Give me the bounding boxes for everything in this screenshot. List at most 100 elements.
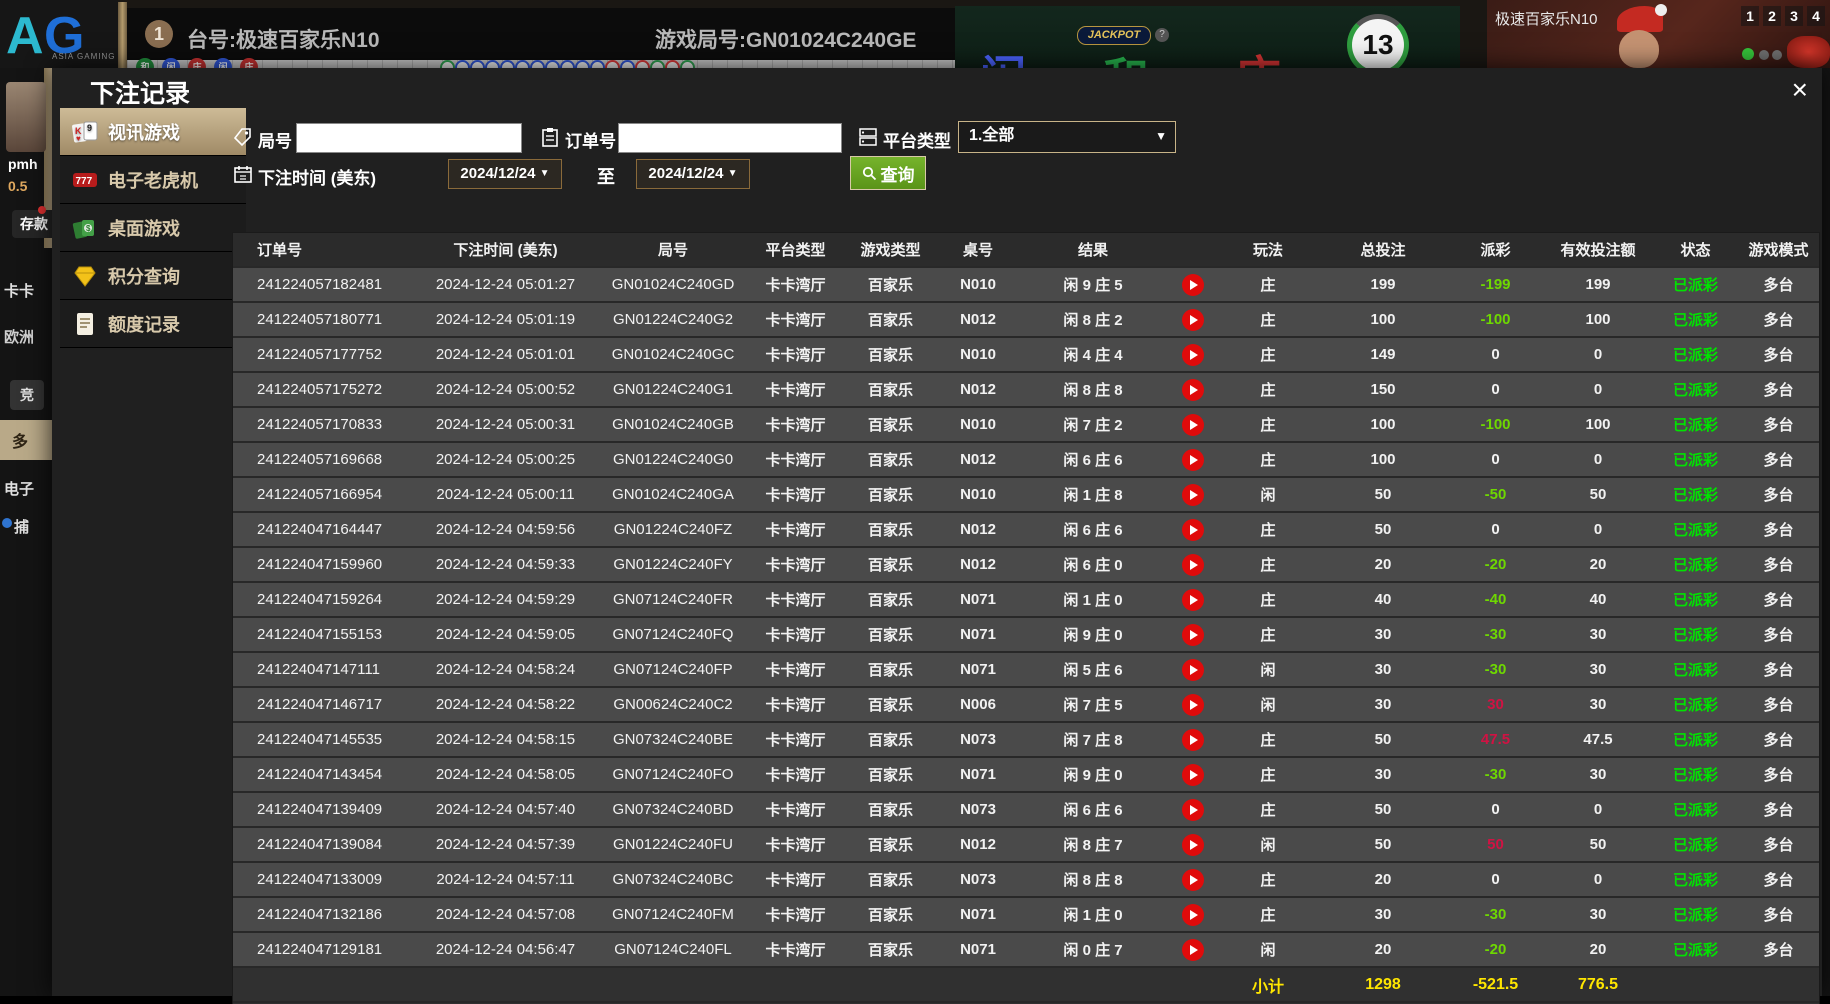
cell-table-no: N010 — [938, 268, 1018, 301]
date-from-picker[interactable]: 2024/12/24 ▼ — [448, 159, 562, 189]
cell-payout: 0 — [1448, 793, 1543, 826]
replay-icon[interactable] — [1182, 834, 1204, 856]
search-button[interactable]: 查询 — [850, 156, 926, 190]
sidebar-fragment[interactable]: 卡卡 — [4, 280, 34, 301]
cell-payout: 30 — [1448, 688, 1543, 721]
cell-bet-time: 2024-12-24 05:01:19 — [413, 303, 598, 336]
cell-status: 已派彩 — [1653, 828, 1738, 861]
cell-round-no: GN07124C240FQ — [598, 618, 748, 651]
replay-icon[interactable] — [1182, 729, 1204, 751]
order-filter-input[interactable] — [618, 123, 842, 153]
cell-platform: 卡卡湾厅 — [748, 758, 843, 791]
replay-icon[interactable] — [1182, 274, 1204, 296]
replay-icon[interactable] — [1182, 869, 1204, 891]
sidebar-fragment[interactable]: 竞 — [10, 380, 44, 410]
menu-item-3[interactable]: 积分查询 — [60, 252, 246, 300]
menu-item-0[interactable]: K♥9视讯游戏 — [60, 108, 246, 156]
cell-status: 已派彩 — [1653, 548, 1738, 581]
header-round: 局号 — [598, 233, 748, 266]
player-bet-spot[interactable]: 闲 — [980, 42, 1026, 68]
cell-status: 已派彩 — [1653, 373, 1738, 406]
round-filter-input[interactable] — [296, 123, 522, 153]
cell-game-type: 百家乐 — [843, 478, 938, 511]
replay-icon[interactable] — [1182, 939, 1204, 961]
jackpot-help-icon[interactable]: ? — [1155, 28, 1169, 42]
table-name-label: 台号:极速百家乐N10 — [187, 24, 380, 54]
table-row: 2412240471321862024-12-24 04:57:08GN0712… — [233, 898, 1819, 933]
camera-number[interactable]: 1 — [1741, 6, 1759, 26]
replay-icon[interactable] — [1182, 484, 1204, 506]
cell-platform: 卡卡湾厅 — [748, 723, 843, 756]
cell-play-type: 闲 — [1218, 933, 1318, 966]
cell-empty — [598, 968, 748, 1001]
bet-time-filter-label: 下注时间 (美东) — [258, 164, 376, 189]
replay-icon[interactable] — [1182, 554, 1204, 576]
cell-order-no: 241224047159264 — [233, 583, 413, 616]
cell-game-mode: 多台 — [1738, 898, 1819, 931]
cell-game-type: 百家乐 — [843, 583, 938, 616]
replay-icon[interactable] — [1182, 764, 1204, 786]
replay-icon[interactable] — [1182, 379, 1204, 401]
header-mode: 游戏模式 — [1738, 233, 1819, 266]
table-row: 2412240571807712024-12-24 05:01:19GN0122… — [233, 303, 1819, 338]
cell-game-mode: 多台 — [1738, 828, 1819, 861]
deposit-button[interactable]: 存款 — [12, 210, 52, 238]
cell-empty — [233, 968, 413, 1001]
cell-game-type: 百家乐 — [843, 828, 938, 861]
sidebar-fragment-selected[interactable]: 多 — [0, 420, 52, 460]
close-icon[interactable]: × — [1792, 76, 1808, 104]
cell-status: 已派彩 — [1653, 723, 1738, 756]
replay-icon[interactable] — [1182, 694, 1204, 716]
replay-icon[interactable] — [1182, 624, 1204, 646]
replay-icon[interactable] — [1182, 904, 1204, 926]
replay-icon[interactable] — [1182, 659, 1204, 681]
sidebar-fragment[interactable]: 捕 — [14, 516, 29, 537]
camera-number[interactable]: 2 — [1763, 6, 1781, 26]
replay-icon[interactable] — [1182, 799, 1204, 821]
replay-icon[interactable] — [1182, 589, 1204, 611]
cell-game-mode: 多台 — [1738, 478, 1819, 511]
cell-result: 闲 1 庄 0 — [1018, 898, 1168, 931]
table-row: 2412240571824812024-12-24 05:01:27GN0102… — [233, 268, 1819, 303]
platform-select[interactable]: 1.全部 ▼ — [958, 121, 1176, 153]
cell-total-bet: 30 — [1318, 653, 1448, 686]
replay-icon[interactable] — [1182, 519, 1204, 541]
sidebar-fragment[interactable]: 欧洲 — [4, 326, 34, 347]
cell-platform: 卡卡湾厅 — [748, 618, 843, 651]
svg-text:777: 777 — [76, 176, 93, 187]
chevron-down-icon: ▼ — [540, 168, 550, 179]
logo-letter-a: A — [6, 6, 44, 66]
cell-bet-time: 2024-12-24 04:59:29 — [413, 583, 598, 616]
cell-total-bet: 20 — [1318, 548, 1448, 581]
replay-icon[interactable] — [1182, 344, 1204, 366]
menu-item-2[interactable]: $桌面游戏 — [60, 204, 246, 252]
sidebar-fragment[interactable]: 电子 — [4, 478, 34, 499]
tie-bet-spot[interactable]: 和 — [1103, 44, 1149, 68]
notification-dot — [38, 206, 46, 214]
cell-valid-bet: 0 — [1543, 793, 1653, 826]
cell-replay — [1168, 373, 1218, 406]
cell-payout: -30 — [1448, 653, 1543, 686]
menu-item-label: 积分查询 — [108, 263, 180, 289]
cell-play-type: 庄 — [1218, 443, 1318, 476]
cell-replay — [1168, 548, 1218, 581]
camera-number[interactable]: 3 — [1785, 6, 1803, 26]
replay-icon[interactable] — [1182, 449, 1204, 471]
order-filter-label: 订单号 — [565, 127, 616, 152]
cell-replay — [1168, 303, 1218, 336]
camera-number[interactable]: 4 — [1807, 6, 1825, 26]
menu-item-1[interactable]: 777电子老虎机 — [60, 156, 246, 204]
replay-icon[interactable] — [1182, 414, 1204, 436]
cell-result: 闲 6 庄 6 — [1018, 443, 1168, 476]
cell-replay — [1168, 898, 1218, 931]
menu-item-4[interactable]: 额度记录 — [60, 300, 246, 348]
cell-game-type: 百家乐 — [843, 653, 938, 686]
cell-result: 闲 8 庄 2 — [1018, 303, 1168, 336]
replay-icon[interactable] — [1182, 309, 1204, 331]
cell-platform: 卡卡湾厅 — [748, 303, 843, 336]
date-to-picker[interactable]: 2024/12/24 ▼ — [636, 159, 750, 189]
screen: A G ASIA GAMING 1 台号:极速百家乐N10 游戏局号:GN010… — [0, 0, 1830, 1004]
banker-bet-spot[interactable]: 庄 — [1235, 42, 1281, 68]
cell-payout: -199 — [1448, 268, 1543, 301]
cell-payout: -30 — [1448, 618, 1543, 651]
